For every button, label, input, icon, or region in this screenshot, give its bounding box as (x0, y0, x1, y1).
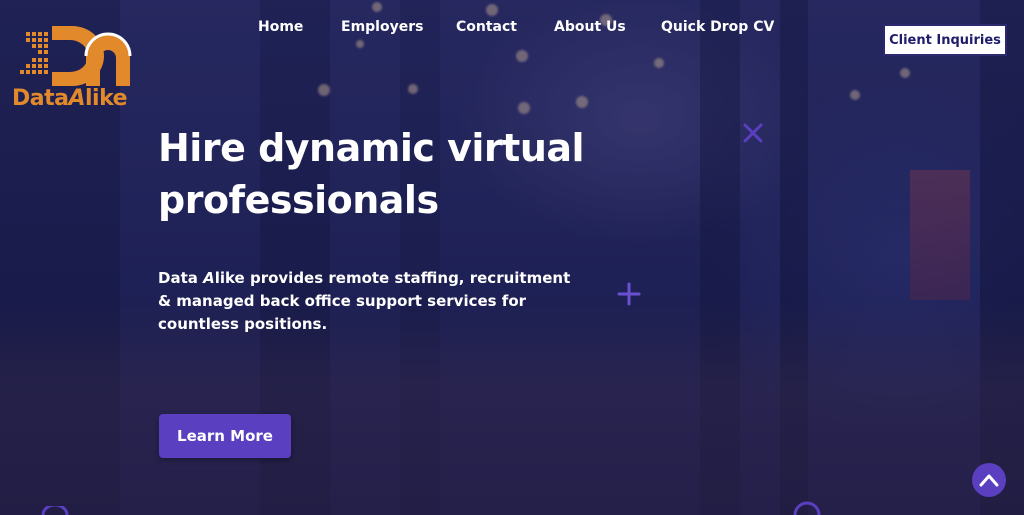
logo-wordmark: DataAlike (12, 86, 128, 111)
chevron-up-icon (979, 474, 999, 487)
hero-description: Data Alike provides remote staffing, rec… (158, 267, 588, 336)
nav-item-home[interactable]: Home (258, 19, 303, 35)
hero-background (0, 0, 1024, 515)
scroll-to-top-button[interactable] (972, 463, 1006, 497)
plus-decor-icon (617, 282, 641, 306)
brand-logo[interactable]: DataAlike (12, 22, 136, 114)
logo-mark-icon (20, 26, 132, 86)
nav-item-employers[interactable]: Employers (341, 19, 423, 35)
arc-decor-icon (793, 501, 821, 515)
hero-description-post: like provides remote staffing, recruitme… (158, 269, 571, 333)
learn-more-button[interactable]: Learn More (159, 414, 291, 458)
hero-headline-line2: professionals (158, 178, 439, 222)
x-decor-icon (743, 123, 763, 143)
client-inquiries-button[interactable]: Client Inquiries (883, 24, 1007, 56)
hero-description-pre: Data (158, 269, 204, 287)
arc-decor-icon (41, 506, 69, 515)
nav-item-contact[interactable]: Contact (456, 19, 517, 35)
hero-headline-line1: Hire dynamic virtual (158, 126, 585, 170)
hero-description-italic: A (203, 269, 215, 287)
nav-item-about-us[interactable]: About Us (554, 19, 626, 35)
logo-text-data: Data (12, 86, 69, 111)
hero-overlay (0, 0, 1024, 515)
logo-text-a: A (68, 86, 86, 111)
hero-headline: Hire dynamic virtual professionals (158, 122, 678, 226)
nav-item-quick-drop-cv[interactable]: Quick Drop CV (661, 19, 774, 35)
logo-text-like: like (85, 86, 128, 111)
